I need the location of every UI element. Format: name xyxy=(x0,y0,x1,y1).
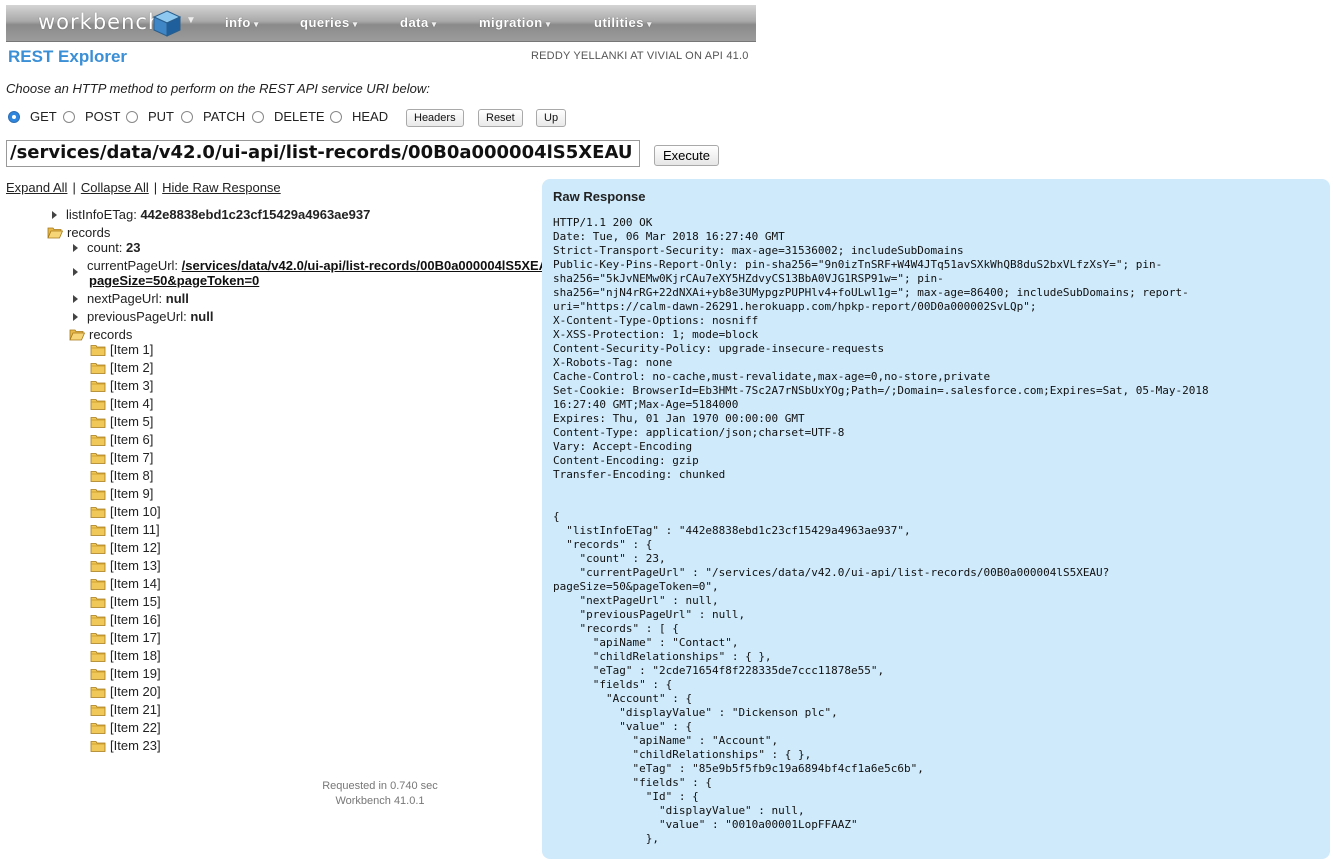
folder-icon xyxy=(90,345,106,356)
tree-item[interactable]: [Item 4] xyxy=(90,396,153,411)
tree-item[interactable]: [Item 7] xyxy=(90,450,153,465)
tree-item-label: [Item 4] xyxy=(110,396,154,411)
tree-item[interactable]: [Item 21] xyxy=(90,702,161,717)
tree-item[interactable]: [Item 2] xyxy=(90,360,153,375)
nav-utilities[interactable]: utilities ▾ xyxy=(594,15,652,30)
folder-icon xyxy=(90,741,106,752)
raw-response-title: Raw Response xyxy=(553,189,646,204)
folder-icon xyxy=(90,579,106,590)
tree-item-label: [Item 7] xyxy=(110,450,154,465)
expand-arrow-icon[interactable] xyxy=(73,295,78,303)
folder-icon xyxy=(90,435,106,446)
folder-icon xyxy=(90,525,106,536)
tree-node-nextpageurl[interactable]: nextPageUrl: null xyxy=(73,291,189,306)
tree-item[interactable]: [Item 19] xyxy=(90,666,161,681)
tree-item[interactable]: [Item 13] xyxy=(90,558,161,573)
tree-item[interactable]: [Item 17] xyxy=(90,630,161,645)
raw-response-panel: Raw Response HTTP/1.1 200 OK Date: Tue, … xyxy=(542,179,1330,859)
folder-icon xyxy=(90,705,106,716)
folder-icon xyxy=(90,633,106,644)
folder-icon xyxy=(90,381,106,392)
folder-icon xyxy=(90,507,106,518)
folder-icon xyxy=(90,399,106,410)
tree-item[interactable]: [Item 6] xyxy=(90,432,153,447)
folder-icon xyxy=(90,543,106,554)
folder-icon xyxy=(90,597,106,608)
user-info: REDDY YELLANKI AT VIVIAL ON API 41.0 xyxy=(531,50,749,62)
tree-item-label: [Item 21] xyxy=(110,702,161,717)
tree-item-label: [Item 13] xyxy=(110,558,161,573)
tree-node-count[interactable]: count: 23 xyxy=(73,240,141,255)
tree-node-inner-records[interactable]: records xyxy=(69,327,132,342)
tree-item-label: [Item 12] xyxy=(110,540,161,555)
workbench-version: Workbench 41.0.1 xyxy=(335,795,425,807)
tree-item-label: [Item 11] xyxy=(110,522,160,537)
tree-item-label: [Item 3] xyxy=(110,378,154,393)
tree-item-label: [Item 1] xyxy=(110,342,154,357)
current-page-url-link[interactable]: /services/data/v42.0/ui-api/list-records… xyxy=(182,258,545,273)
tree-item-label: [Item 8] xyxy=(110,468,154,483)
tree-item[interactable]: [Item 20] xyxy=(90,684,161,699)
folder-icon xyxy=(90,687,106,698)
tree-item-label: [Item 14] xyxy=(110,576,161,591)
tree-item[interactable]: [Item 18] xyxy=(90,648,161,663)
tree-item[interactable]: [Item 23] xyxy=(90,738,161,753)
tree-item-label: [Item 16] xyxy=(110,612,161,627)
execute-button[interactable]: Execute xyxy=(654,145,719,166)
folder-icon xyxy=(90,651,106,662)
tree-node-previouspageurl[interactable]: previousPageUrl: null xyxy=(73,309,213,324)
tree-item-label: [Item 15] xyxy=(110,594,161,609)
raw-response-body: HTTP/1.1 200 OK Date: Tue, 06 Mar 2018 1… xyxy=(553,216,1209,845)
chevron-down-icon: ▾ xyxy=(647,19,653,29)
tree-item[interactable]: [Item 9] xyxy=(90,486,153,501)
chevron-down-icon: ▾ xyxy=(545,19,551,29)
tree-item[interactable]: [Item 16] xyxy=(90,612,161,627)
tree-item-label: [Item 9] xyxy=(110,486,154,501)
tree-item-label: [Item 20] xyxy=(110,684,161,699)
tree-item-label: [Item 19] xyxy=(110,666,161,681)
folder-icon xyxy=(90,561,106,572)
expand-arrow-icon[interactable] xyxy=(73,268,78,276)
tree-item-label: [Item 23] xyxy=(110,738,161,753)
request-time: Requested in 0.740 sec xyxy=(322,780,438,792)
folder-icon xyxy=(90,615,106,626)
tree-item-label: [Item 5] xyxy=(110,414,154,429)
tree-item-label: [Item 2] xyxy=(110,360,154,375)
tree-item-label: [Item 22] xyxy=(110,720,161,735)
open-folder-icon xyxy=(47,227,63,239)
response-tree: listInfoETag: 442e8838ebd1c23cf15429a496… xyxy=(0,0,545,844)
folder-icon xyxy=(90,453,106,464)
tree-item-label: [Item 10] xyxy=(110,504,161,519)
folder-icon xyxy=(90,417,106,428)
expand-arrow-icon[interactable] xyxy=(73,244,78,252)
tree-node-listinfoetag[interactable]: listInfoETag: 442e8838ebd1c23cf15429a496… xyxy=(52,207,370,222)
tree-item[interactable]: [Item 1] xyxy=(90,342,153,357)
tree-node-records[interactable]: records xyxy=(47,225,110,240)
tree-item[interactable]: [Item 5] xyxy=(90,414,153,429)
tree-item[interactable]: [Item 11] xyxy=(90,522,160,537)
folder-icon xyxy=(90,669,106,680)
tree-item-label: [Item 18] xyxy=(110,648,161,663)
tree-item[interactable]: [Item 8] xyxy=(90,468,153,483)
tree-item[interactable]: [Item 12] xyxy=(90,540,161,555)
tree-item[interactable]: [Item 15] xyxy=(90,594,161,609)
folder-icon xyxy=(90,363,106,374)
folder-icon xyxy=(90,471,106,482)
current-page-url-link[interactable]: pageSize=50&pageToken=0 xyxy=(89,273,259,288)
expand-arrow-icon[interactable] xyxy=(73,313,78,321)
tree-item-label: [Item 17] xyxy=(110,630,161,645)
tree-item[interactable]: [Item 14] xyxy=(90,576,161,591)
tree-item[interactable]: [Item 3] xyxy=(90,378,153,393)
tree-item-label: [Item 6] xyxy=(110,432,154,447)
tree-item[interactable]: [Item 10] xyxy=(90,504,161,519)
folder-icon xyxy=(90,489,106,500)
expand-arrow-icon[interactable] xyxy=(52,211,57,219)
tree-item[interactable]: [Item 22] xyxy=(90,720,161,735)
open-folder-icon xyxy=(69,329,85,341)
folder-icon xyxy=(90,723,106,734)
tree-node-currentpageurl-cont[interactable]: pageSize=50&pageToken=0 xyxy=(89,273,259,288)
